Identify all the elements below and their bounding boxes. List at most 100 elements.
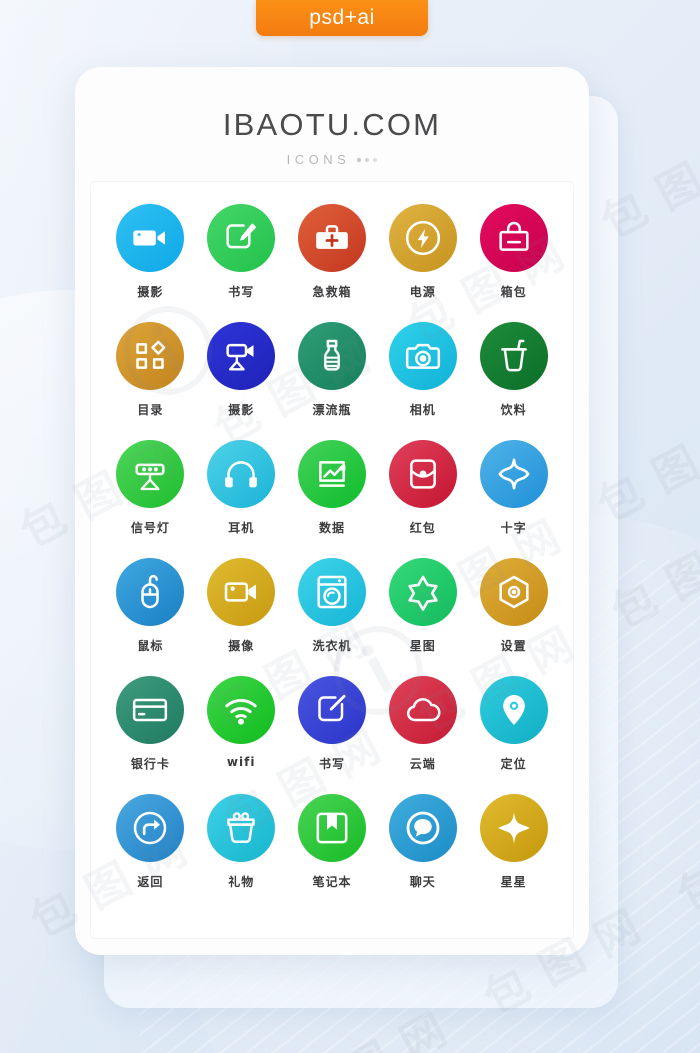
traffic-light-icon[interactable] bbox=[116, 440, 185, 508]
icon-grid: 摄影 书写 急救箱 电源 箱包 目录 摄影 漂流瓶 相机 饮料 信号灯 耳机 数据 红包 十字 鼠标 摄像 洗衣机… bbox=[91, 182, 573, 890]
icon-tile[interactable]: 耳机 bbox=[196, 440, 287, 536]
icon-tile-label: 摄影 bbox=[228, 403, 255, 417]
icon-tile[interactable]: 相机 bbox=[377, 322, 468, 418]
grid-catalog-icon[interactable] bbox=[116, 322, 185, 390]
icon-tile[interactable]: 目录 bbox=[105, 322, 196, 418]
icon-tile[interactable]: 返回 bbox=[105, 794, 196, 890]
icon-tile[interactable]: 银行卡 bbox=[105, 676, 196, 772]
icon-tile[interactable]: 信号灯 bbox=[105, 440, 196, 536]
icon-tile[interactable]: 摄影 bbox=[105, 204, 196, 300]
location-pin-icon[interactable] bbox=[479, 676, 548, 744]
icon-tile[interactable]: 洗衣机 bbox=[287, 558, 378, 654]
notebook-icon[interactable] bbox=[297, 794, 366, 862]
drift-bottle-icon[interactable] bbox=[297, 322, 366, 390]
icon-tile[interactable]: wifi bbox=[196, 676, 287, 772]
four-point-star-icon[interactable] bbox=[479, 794, 548, 862]
icon-tile[interactable]: 漂流瓶 bbox=[287, 322, 378, 418]
icon-tile-label: 礼物 bbox=[228, 875, 255, 889]
psd-ai-badge-label: psd+ai bbox=[309, 6, 375, 29]
icon-tile-label: 鼠标 bbox=[137, 639, 164, 653]
icon-tile[interactable]: 箱包 bbox=[468, 204, 559, 300]
icon-tile-label: 洗衣机 bbox=[312, 639, 352, 653]
icon-tile-label: wifi bbox=[226, 755, 256, 769]
wifi-icon[interactable] bbox=[207, 676, 276, 744]
icon-tile[interactable]: 星星 bbox=[468, 794, 559, 890]
icon-set-card: IBAOTU.COM ICONS 摄影 书写 急救箱 电源 箱包 目录 摄影 漂流瓶 相机 饮料信… bbox=[75, 67, 589, 955]
icon-tile-label: 漂流瓶 bbox=[312, 403, 352, 417]
washing-machine-icon[interactable] bbox=[297, 558, 366, 626]
icon-panel: 摄影 书写 急救箱 电源 箱包 目录 摄影 漂流瓶 相机 饮料 信号灯 耳机 数据 红包 十字 鼠标 摄像 洗衣机… bbox=[91, 182, 573, 938]
page-title: IBAOTU.COM bbox=[222, 107, 442, 142]
edit-square-icon[interactable] bbox=[207, 204, 276, 272]
icon-tile-label: 饮料 bbox=[500, 403, 527, 417]
icon-tile[interactable]: 摄像 bbox=[196, 558, 287, 654]
four-point-cross-icon[interactable] bbox=[479, 440, 548, 508]
hex-settings-icon[interactable] bbox=[479, 558, 548, 626]
icon-tile-label: 摄像 bbox=[228, 639, 255, 653]
card-header: IBAOTU.COM ICONS bbox=[75, 67, 589, 167]
icon-tile-label: 云端 bbox=[409, 757, 436, 771]
cloud-icon[interactable] bbox=[388, 676, 457, 744]
icon-tile[interactable]: 星图 bbox=[377, 558, 468, 654]
icon-tile-label: 耳机 bbox=[228, 521, 255, 535]
icon-tile-label: 十字 bbox=[500, 521, 527, 535]
power-bolt-icon[interactable] bbox=[388, 204, 457, 272]
page-subtitle-text: ICONS bbox=[286, 152, 351, 167]
icon-tile-label: 设置 bbox=[500, 639, 527, 653]
chart-data-icon[interactable] bbox=[297, 440, 366, 508]
red-envelope-icon[interactable] bbox=[388, 440, 457, 508]
icon-tile[interactable]: 设置 bbox=[468, 558, 559, 654]
drink-cup-icon[interactable] bbox=[479, 322, 548, 390]
mouse-icon[interactable] bbox=[116, 558, 185, 626]
icon-tile-label: 定位 bbox=[500, 757, 527, 771]
icon-tile-label: 摄影 bbox=[137, 285, 164, 299]
icon-tile-label: 银行卡 bbox=[130, 757, 170, 771]
headphones-icon[interactable] bbox=[207, 440, 276, 508]
handbag-icon[interactable] bbox=[479, 204, 548, 272]
icon-tile-label: 聊天 bbox=[409, 875, 436, 889]
icon-tile-label: 相机 bbox=[409, 403, 436, 417]
psd-ai-badge: psd+ai bbox=[256, 0, 428, 36]
first-aid-kit-icon[interactable] bbox=[297, 204, 366, 272]
icon-tile[interactable]: 云端 bbox=[377, 676, 468, 772]
icon-tile[interactable]: 十字 bbox=[468, 440, 559, 536]
icon-tile-label: 电源 bbox=[409, 285, 436, 299]
icon-tile-label: 红包 bbox=[409, 521, 436, 535]
icon-tile-label: 目录 bbox=[137, 403, 164, 417]
icon-tile[interactable]: 礼物 bbox=[196, 794, 287, 890]
page-subtitle: ICONS bbox=[75, 152, 589, 167]
bank-card-icon[interactable] bbox=[116, 676, 185, 744]
icon-tile-label: 书写 bbox=[318, 757, 345, 771]
return-arrow-icon[interactable] bbox=[116, 794, 185, 862]
icon-tile[interactable]: 急救箱 bbox=[287, 204, 378, 300]
icon-tile[interactable]: 鼠标 bbox=[105, 558, 196, 654]
video-camera-icon[interactable] bbox=[116, 204, 185, 272]
icon-tile[interactable]: 书写 bbox=[287, 676, 378, 772]
icon-tile[interactable]: 红包 bbox=[377, 440, 468, 536]
icon-tile[interactable]: 聊天 bbox=[377, 794, 468, 890]
icon-tile-label: 返回 bbox=[137, 875, 164, 889]
icon-tile-label: 笔记本 bbox=[312, 875, 352, 889]
subtitle-dots-icon bbox=[357, 157, 378, 162]
icon-tile[interactable]: 笔记本 bbox=[287, 794, 378, 890]
icon-tile-label: 星星 bbox=[500, 875, 527, 889]
icon-tile[interactable]: 摄影 bbox=[196, 322, 287, 418]
icon-tile[interactable]: 书写 bbox=[196, 204, 287, 300]
icon-tile[interactable]: 电源 bbox=[377, 204, 468, 300]
icon-tile-label: 急救箱 bbox=[312, 285, 352, 299]
icon-tile-label: 信号灯 bbox=[130, 521, 170, 535]
icon-tile[interactable]: 定位 bbox=[468, 676, 559, 772]
edit-pen-icon[interactable] bbox=[297, 676, 366, 744]
icon-tile-label: 数据 bbox=[318, 521, 345, 535]
six-point-star-icon[interactable] bbox=[388, 558, 457, 626]
icon-tile[interactable]: 数据 bbox=[287, 440, 378, 536]
icon-tile-label: 星图 bbox=[409, 639, 436, 653]
icon-tile-label: 书写 bbox=[228, 285, 255, 299]
movie-camera-icon[interactable] bbox=[207, 322, 276, 390]
camcorder-icon[interactable] bbox=[207, 558, 276, 626]
chat-bubble-icon[interactable] bbox=[388, 794, 457, 862]
icon-tile-label: 箱包 bbox=[500, 285, 527, 299]
gift-icon[interactable] bbox=[207, 794, 276, 862]
icon-tile[interactable]: 饮料 bbox=[468, 322, 559, 418]
camera-icon[interactable] bbox=[388, 322, 457, 390]
